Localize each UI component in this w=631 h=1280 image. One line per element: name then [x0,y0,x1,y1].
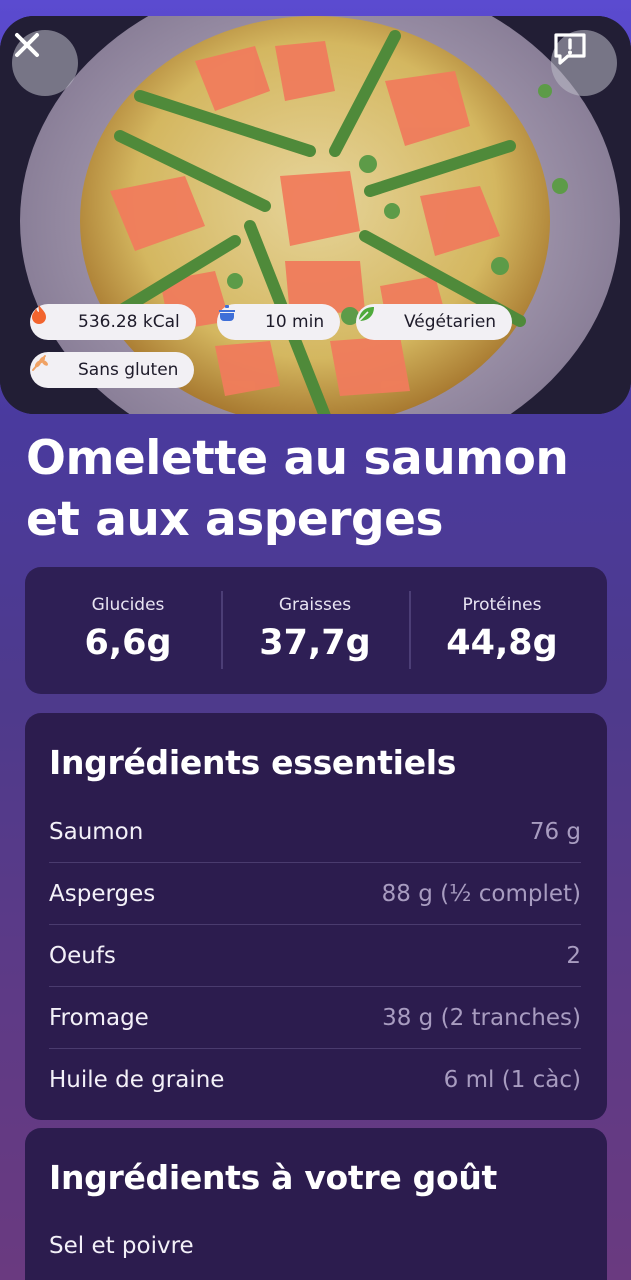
macro-fat: Graisses 37,7g [218,567,412,694]
macro-protein: Protéines 44,8g [405,567,599,694]
time-badge: 10 min [217,304,341,340]
macros-card: Glucides 6,6g Graisses 37,7g Protéines 4… [25,567,607,694]
ingredient-name: Asperges [49,881,156,907]
gluten-free-badge: Sans gluten [30,352,195,388]
section-title: Ingrédients à votre goût [49,1158,497,1197]
macro-label: Glucides [91,595,165,615]
essential-ingredients-card: Ingrédients essentiels Saumon 76 g Asper… [25,713,607,1120]
wheat-icon [32,355,64,380]
close-button[interactable] [12,30,78,96]
ingredient-quantity: 38 g (2 tranches) [382,1005,581,1031]
ingredient-row: Oeufs 2 [49,925,581,987]
ingredient-name: Sel et poivre [49,1233,194,1259]
close-icon [15,33,39,57]
ingredient-row: Sel et poivre [49,1215,581,1277]
ingredient-row: Saumon 76 g [49,801,581,863]
macro-value: 44,8g [446,623,558,663]
time-label: 10 min [265,312,325,332]
ingredient-name: Saumon [49,819,144,845]
macro-label: Graisses [278,595,352,615]
report-icon [554,33,586,65]
macro-value: 37,7g [259,623,371,663]
calories-label: 536.28 kCal [78,312,180,332]
ingredient-row: Huile de graine 6 ml (1 càc) [49,1049,581,1111]
ingredient-quantity: 88 g (½ complet) [381,881,581,907]
ingredient-quantity: 2 [566,943,581,969]
recipe-hero-image: 536.28 kCal 10 min Végétarien Sans glute… [0,16,631,414]
fire-icon [32,305,64,332]
macro-carbs: Glucides 6,6g [31,567,225,694]
vegetarian-badge: Végétarien [356,304,513,340]
ingredient-row: Asperges 88 g (½ complet) [49,863,581,925]
macro-value: 6,6g [84,623,172,663]
ingredient-name: Huile de graine [49,1067,225,1093]
ingredient-row: Fromage 38 g (2 tranches) [49,987,581,1049]
ingredient-quantity: 76 g [529,819,581,845]
leaf-icon [358,307,390,332]
ingredient-quantity: 6 ml (1 càc) [443,1067,581,1093]
gluten-free-label: Sans gluten [78,360,179,380]
vegetarian-label: Végétarien [404,312,497,332]
calories-badge: 536.28 kCal [30,304,196,340]
recipe-title: Omelette au saumon et aux asperges [26,431,569,547]
section-title: Ingrédients essentiels [49,743,457,782]
ingredient-name: Oeufs [49,943,116,969]
macro-label: Protéines [462,595,542,615]
report-button[interactable] [551,30,617,96]
ingredient-name: Fromage [49,1005,149,1031]
to-taste-ingredients-card: Ingrédients à votre goût Sel et poivre [25,1128,607,1280]
cooking-pot-icon [219,305,251,332]
